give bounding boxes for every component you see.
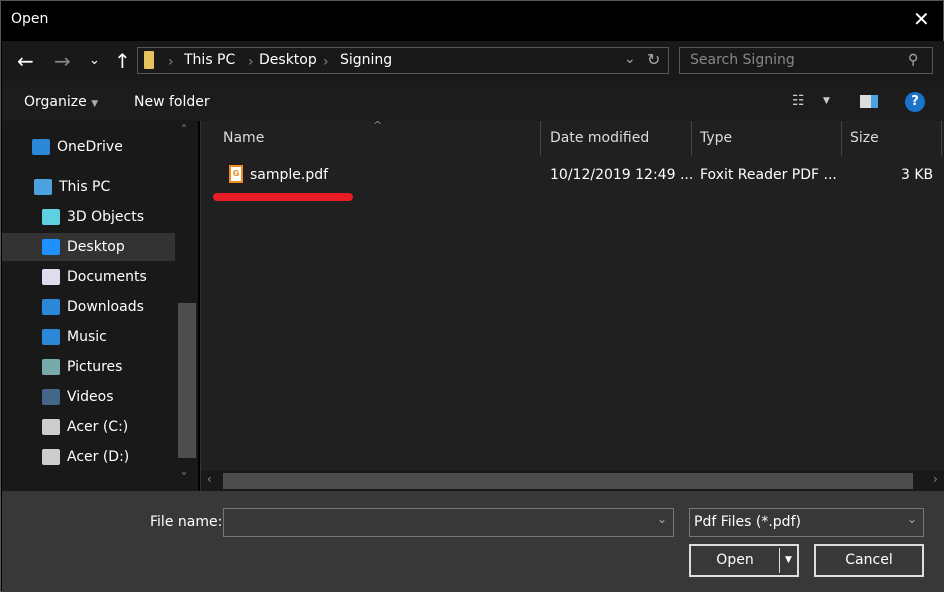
nav-item-pictures[interactable]: Pictures	[2, 353, 175, 381]
breadcrumb-separator: ›	[323, 54, 329, 70]
nav-item-videos[interactable]: Videos	[2, 383, 175, 411]
nav-item-onedrive[interactable]: OneDrive	[2, 133, 175, 161]
red-underline-annotation	[213, 193, 353, 201]
folder-icon	[144, 51, 154, 69]
column-header-size[interactable]: Size	[842, 121, 942, 156]
file-name: sample.pdf	[250, 167, 329, 183]
file-size: 3 KB	[901, 167, 934, 183]
nav-item-downloads[interactable]: Downloads	[2, 293, 175, 321]
navigation-bar: ← → ⌄ ↑ › This PC › Desktop › Signing ⌄ …	[2, 41, 944, 81]
horizontal-scroll-thumb[interactable]	[223, 473, 913, 489]
drive-icon	[42, 419, 60, 435]
nav-item-label: Music	[67, 329, 107, 345]
view-dropdown-icon[interactable]: ▼	[823, 96, 830, 106]
desktop-icon	[42, 239, 60, 255]
caret-down-icon: ▼	[91, 99, 99, 109]
file-type-select[interactable]: Pdf Files (*.pdf) ⌄	[689, 508, 924, 537]
horizontal-scrollbar[interactable]: ‹ ›	[201, 471, 944, 491]
cloud-icon	[32, 139, 50, 155]
cancel-button[interactable]: Cancel	[814, 544, 924, 577]
pictures-icon	[42, 359, 60, 375]
breadcrumb-separator: ›	[168, 54, 174, 70]
search-icon[interactable]: ⚲	[908, 52, 918, 68]
open-dropdown-icon[interactable]: ▼	[779, 548, 797, 573]
breadcrumb-this-pc[interactable]: This PC	[184, 52, 235, 68]
drive-icon	[42, 449, 60, 465]
file-row[interactable]: G sample.pdf 10/12/2019 12:49 ... Foxit …	[201, 161, 944, 191]
address-bar[interactable]: › This PC › Desktop › Signing ⌄ ↻	[137, 47, 669, 74]
close-icon[interactable]: ✕	[913, 7, 930, 31]
vertical-scroll-thumb[interactable]	[178, 303, 196, 458]
column-header-name[interactable]: Name	[201, 121, 541, 156]
nav-item-acer-d[interactable]: Acer (D:)	[2, 443, 175, 471]
help-icon[interactable]: ?	[905, 92, 925, 112]
organize-button[interactable]: Organize ▼	[24, 94, 98, 110]
nav-item-desktop[interactable]: Desktop	[2, 233, 175, 261]
column-header-date-modified[interactable]: Date modified	[542, 121, 692, 156]
nav-item-3d-objects[interactable]: 3D Objects	[2, 203, 175, 231]
cube-icon	[42, 209, 60, 225]
nav-item-label: 3D Objects	[67, 209, 145, 225]
nav-item-label: This PC	[59, 179, 111, 195]
nav-item-acer-c[interactable]: Acer (C:)	[2, 413, 175, 441]
file-type: Foxit Reader PDF ...	[700, 167, 837, 183]
vertical-scrollbar[interactable]: ˄ ˅	[176, 121, 198, 491]
file-type-dropdown-icon[interactable]: ⌄	[907, 512, 917, 526]
nav-item-this-pc[interactable]: This PC	[2, 173, 175, 201]
refresh-icon[interactable]: ↻	[647, 50, 660, 69]
breadcrumb-separator: ›	[248, 54, 254, 70]
nav-item-label: Documents	[67, 269, 147, 285]
nav-item-music[interactable]: Music	[2, 323, 175, 351]
open-button[interactable]: Open ▼	[689, 544, 799, 577]
address-dropdown-icon[interactable]: ⌄	[624, 51, 636, 67]
computer-icon	[34, 179, 52, 195]
file-name-label: File name:	[150, 514, 223, 530]
nav-item-label: Downloads	[67, 299, 144, 315]
preview-pane-icon[interactable]	[860, 95, 878, 108]
toolbar: Organize ▼ New folder ☷ ▼ ?	[2, 81, 944, 121]
bottom-panel: File name: ⌄ Pdf Files (*.pdf) ⌄ Open ▼ …	[2, 491, 944, 592]
scroll-down-icon[interactable]: ˅	[181, 471, 187, 485]
recent-locations-chevron-icon[interactable]: ⌄	[89, 53, 100, 68]
open-dialog: Open ✕ ← → ⌄ ↑ › This PC › Desktop › Sig…	[0, 0, 944, 592]
videos-icon	[42, 389, 60, 405]
document-icon	[42, 269, 60, 285]
nav-item-documents[interactable]: Documents	[2, 263, 175, 291]
file-list: ^ Name Date modified Type Size G sample.…	[200, 119, 944, 491]
view-options-icon[interactable]: ☷	[792, 93, 805, 109]
nav-item-label: OneDrive	[57, 139, 123, 155]
file-name-input[interactable]: ⌄	[223, 508, 674, 537]
breadcrumb-signing[interactable]: Signing	[340, 52, 392, 68]
back-arrow-icon[interactable]: ←	[17, 49, 34, 73]
column-header-type[interactable]: Type	[692, 121, 842, 156]
scroll-up-icon[interactable]: ˄	[181, 123, 187, 137]
new-folder-button[interactable]: New folder	[134, 94, 210, 110]
breadcrumb-desktop[interactable]: Desktop	[259, 52, 317, 68]
file-date: 10/12/2019 12:49 ...	[550, 167, 694, 183]
nav-item-label: Desktop	[67, 239, 125, 255]
window-title: Open	[11, 11, 49, 27]
up-arrow-icon[interactable]: ↑	[114, 49, 131, 73]
nav-item-label: Acer (C:)	[67, 419, 129, 435]
forward-arrow-icon[interactable]: →	[54, 49, 71, 73]
download-icon	[42, 299, 60, 315]
foxit-pdf-icon: G	[229, 165, 243, 183]
nav-item-label: Videos	[67, 389, 114, 405]
file-name-dropdown-icon[interactable]: ⌄	[657, 512, 667, 526]
search-input[interactable]: Search Signing ⚲	[679, 47, 933, 74]
scroll-right-icon[interactable]: ›	[933, 472, 938, 486]
music-icon	[42, 329, 60, 345]
scroll-left-icon[interactable]: ‹	[207, 472, 212, 486]
nav-item-label: Acer (D:)	[67, 449, 130, 465]
navigation-pane: OneDrive This PC 3D Objects Desktop Document…	[2, 121, 198, 491]
nav-item-label: Pictures	[67, 359, 123, 375]
